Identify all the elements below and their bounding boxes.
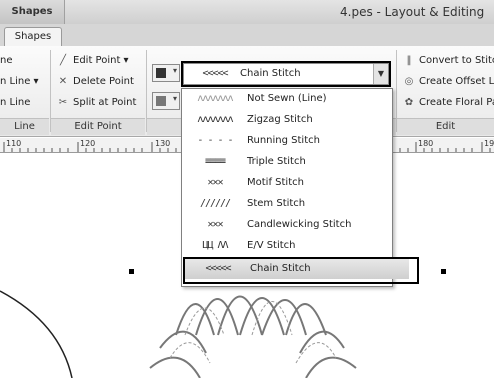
edit-point-icon: ╱ — [59, 55, 67, 66]
selection-handle[interactable] — [129, 269, 134, 274]
line-color-button[interactable]: ▾ — [152, 64, 180, 82]
color-swatch — [156, 68, 166, 78]
group-label-edit-point: Edit Point — [51, 118, 145, 135]
create-offset-label: Create Offset L — [419, 76, 494, 87]
split-point-icon: ✂ — [58, 97, 68, 108]
delete-point-label: Delete Point — [73, 76, 134, 87]
delete-point-icon: ✕ — [58, 76, 68, 87]
split-at-point-button[interactable]: ✂ Split at Point — [56, 94, 137, 111]
create-floral-label: Create Floral Pa — [419, 97, 494, 108]
split-at-point-label: Split at Point — [73, 97, 137, 108]
group-label-line: Line — [0, 118, 49, 135]
running-stitch-icon: - - - - — [197, 135, 233, 146]
group-label-edit: Edit — [397, 118, 494, 135]
selection-handle[interactable] — [441, 269, 446, 274]
zigzag-stitch-icon: ʌʌʌʌʌʌʌ — [197, 114, 233, 125]
menu-item-label: Running Stitch — [247, 135, 320, 146]
line-button-2-label: n Line ▾ — [0, 76, 39, 87]
combo-highlight-box — [181, 61, 391, 87]
menu-item-label: Not Sewn (Line) — [247, 93, 327, 104]
motif-stitch-icon: ✕✕✕ — [207, 177, 223, 188]
menu-item-motif[interactable]: ✕✕✕ Motif Stitch — [182, 173, 390, 193]
color-swatch — [156, 96, 166, 106]
selected-item-highlight-box — [183, 257, 419, 284]
floral-icon: ✿ — [404, 97, 414, 108]
triple-stitch-icon: ≡≡≡≡ — [204, 156, 226, 167]
ev-stitch-icon: ЦЦ ΛΛ — [202, 240, 228, 251]
menu-item-label: Motif Stitch — [247, 177, 304, 188]
edit-point-button[interactable]: ╱ Edit Point ▾ — [56, 52, 129, 69]
chevron-down-icon: ▾ — [172, 66, 177, 75]
menu-item-label: Stem Stitch — [247, 198, 306, 209]
delete-point-button[interactable]: ✕ Delete Point — [56, 73, 134, 90]
menu-item-candlewicking[interactable]: ✕✕✕ Candlewicking Stitch — [182, 215, 390, 235]
menu-item-label: Triple Stitch — [247, 156, 306, 167]
menu-item-not-sewn[interactable]: ʌʌʌʌʌʌʌ Not Sewn (Line) — [182, 89, 390, 109]
menu-item-triple[interactable]: ≡≡≡≡ Triple Stitch — [182, 152, 390, 172]
menu-item-label: Candlewicking Stitch — [247, 219, 352, 230]
menu-item-zigzag[interactable]: ʌʌʌʌʌʌʌ Zigzag Stitch — [182, 110, 390, 130]
convert-to-stitch-label: Convert to Stitc — [419, 55, 494, 66]
line-button-3[interactable]: n Line — [0, 94, 30, 111]
offset-icon: ◎ — [404, 76, 414, 87]
line-button-3-label: n Line — [0, 97, 31, 108]
tab-shapes[interactable]: Shapes — [4, 27, 62, 47]
line-button-1-label: ne — [0, 55, 13, 66]
context-tab-label: Shapes — [0, 0, 65, 24]
menu-item-running[interactable]: - - - - Running Stitch — [182, 131, 390, 151]
menu-item-label: Zigzag Stitch — [247, 114, 313, 125]
create-floral-button[interactable]: ✿ Create Floral Pa — [402, 94, 494, 111]
menu-item-ev[interactable]: ЦЦ ΛΛ E/V Stitch — [182, 236, 390, 256]
create-offset-button[interactable]: ◎ Create Offset L — [402, 73, 494, 90]
chevron-down-icon: ▾ — [172, 94, 177, 103]
candlewicking-stitch-icon: ✕✕✕ — [207, 219, 223, 230]
edit-point-label: Edit Point ▾ — [73, 55, 129, 66]
convert-to-stitch-button[interactable]: ‖ Convert to Stitc — [402, 52, 494, 69]
menu-item-label: E/V Stitch — [247, 240, 296, 251]
window-title: 4.pes - Layout & Editing — [340, 5, 485, 19]
line-color-button-2[interactable]: ▾ — [152, 92, 180, 110]
not-sewn-icon: ʌʌʌʌʌʌʌ — [197, 93, 233, 104]
menu-item-stem[interactable]: ////// Stem Stitch — [182, 194, 390, 214]
line-button-2[interactable]: n Line ▾ — [0, 73, 39, 90]
stem-stitch-icon: ////// — [199, 198, 231, 209]
line-button-1[interactable]: ne — [0, 52, 13, 69]
ribbon-tab-row: Shapes — [0, 24, 494, 47]
title-bar: Shapes 4.pes - Layout & Editing — [0, 0, 494, 25]
convert-icon: ‖ — [406, 55, 412, 66]
